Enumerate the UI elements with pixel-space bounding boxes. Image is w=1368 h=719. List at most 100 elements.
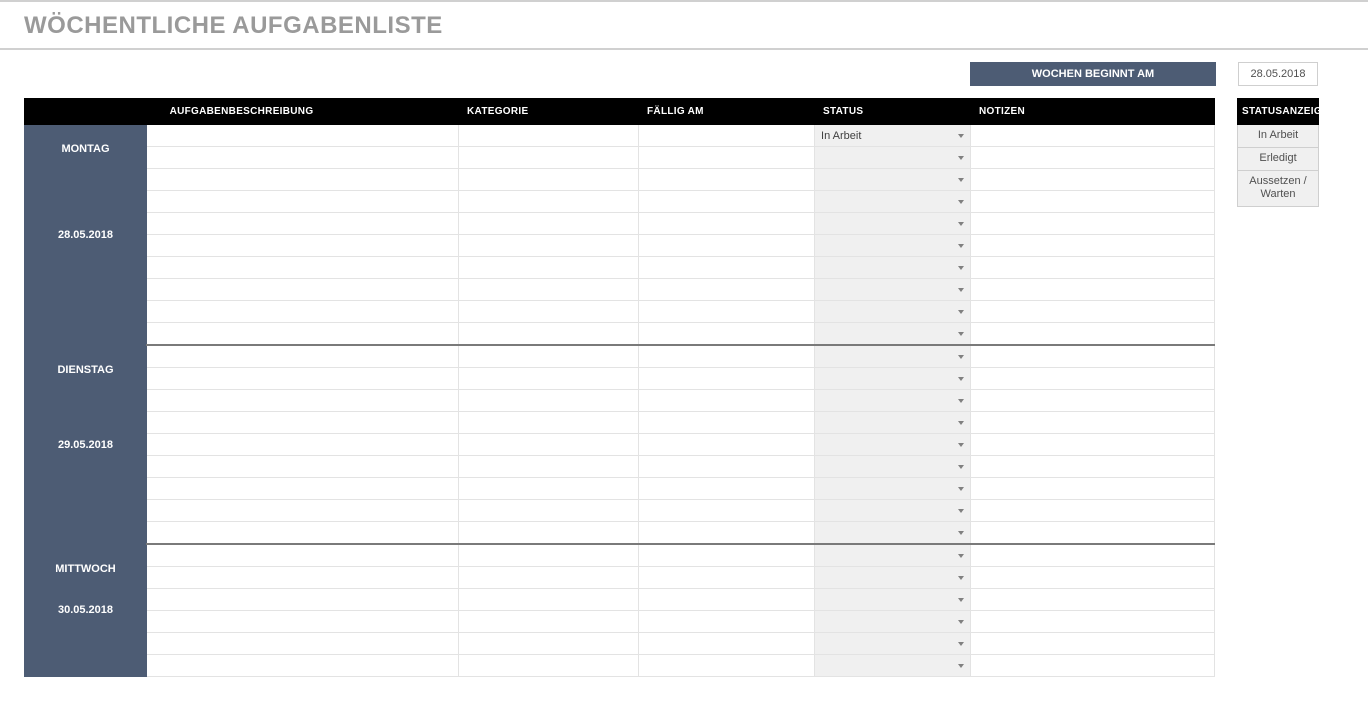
notes-cell[interactable] (971, 390, 1215, 412)
notes-cell[interactable] (971, 611, 1215, 633)
week-start-date-input[interactable]: 28.05.2018 (1238, 62, 1318, 86)
category-cell[interactable] (459, 279, 639, 301)
status-dropdown[interactable] (815, 478, 971, 500)
notes-cell[interactable] (971, 567, 1215, 589)
notes-cell[interactable] (971, 257, 1215, 279)
status-dropdown[interactable] (815, 412, 971, 434)
due-cell[interactable] (639, 301, 815, 323)
desc-cell[interactable] (147, 655, 459, 677)
status-dropdown[interactable]: In Arbeit (815, 125, 971, 147)
notes-cell[interactable] (971, 633, 1215, 655)
due-cell[interactable] (639, 655, 815, 677)
status-dropdown[interactable] (815, 279, 971, 301)
due-cell[interactable] (639, 412, 815, 434)
category-cell[interactable] (459, 257, 639, 279)
due-cell[interactable] (639, 633, 815, 655)
status-dropdown[interactable] (815, 301, 971, 323)
category-cell[interactable] (459, 191, 639, 213)
category-cell[interactable] (459, 368, 639, 390)
category-cell[interactable] (459, 345, 639, 368)
status-dropdown[interactable] (815, 500, 971, 522)
category-cell[interactable] (459, 522, 639, 545)
desc-cell[interactable] (147, 301, 459, 323)
category-cell[interactable] (459, 125, 639, 147)
desc-cell[interactable] (147, 567, 459, 589)
category-cell[interactable] (459, 323, 639, 346)
desc-cell[interactable] (147, 412, 459, 434)
status-dropdown[interactable] (815, 323, 971, 346)
notes-cell[interactable] (971, 345, 1215, 368)
notes-cell[interactable] (971, 301, 1215, 323)
due-cell[interactable] (639, 589, 815, 611)
notes-cell[interactable] (971, 125, 1215, 147)
status-dropdown[interactable] (815, 257, 971, 279)
category-cell[interactable] (459, 213, 639, 235)
notes-cell[interactable] (971, 323, 1215, 346)
category-cell[interactable] (459, 544, 639, 567)
due-cell[interactable] (639, 478, 815, 500)
category-cell[interactable] (459, 301, 639, 323)
status-dropdown[interactable] (815, 235, 971, 257)
due-cell[interactable] (639, 390, 815, 412)
desc-cell[interactable] (147, 434, 459, 456)
due-cell[interactable] (639, 213, 815, 235)
due-cell[interactable] (639, 323, 815, 346)
notes-cell[interactable] (971, 412, 1215, 434)
notes-cell[interactable] (971, 478, 1215, 500)
notes-cell[interactable] (971, 434, 1215, 456)
notes-cell[interactable] (971, 235, 1215, 257)
due-cell[interactable] (639, 500, 815, 522)
category-cell[interactable] (459, 611, 639, 633)
status-dropdown[interactable] (815, 368, 971, 390)
status-dropdown[interactable] (815, 633, 971, 655)
status-dropdown[interactable] (815, 544, 971, 567)
due-cell[interactable] (639, 368, 815, 390)
due-cell[interactable] (639, 456, 815, 478)
due-cell[interactable] (639, 434, 815, 456)
status-dropdown[interactable] (815, 522, 971, 545)
status-dropdown[interactable] (815, 567, 971, 589)
due-cell[interactable] (639, 147, 815, 169)
desc-cell[interactable] (147, 147, 459, 169)
notes-cell[interactable] (971, 279, 1215, 301)
desc-cell[interactable] (147, 522, 459, 545)
category-cell[interactable] (459, 456, 639, 478)
status-dropdown[interactable] (815, 589, 971, 611)
notes-cell[interactable] (971, 169, 1215, 191)
category-cell[interactable] (459, 478, 639, 500)
desc-cell[interactable] (147, 213, 459, 235)
desc-cell[interactable] (147, 500, 459, 522)
due-cell[interactable] (639, 567, 815, 589)
due-cell[interactable] (639, 125, 815, 147)
notes-cell[interactable] (971, 522, 1215, 545)
desc-cell[interactable] (147, 125, 459, 147)
category-cell[interactable] (459, 589, 639, 611)
status-dropdown[interactable] (815, 655, 971, 677)
due-cell[interactable] (639, 279, 815, 301)
notes-cell[interactable] (971, 191, 1215, 213)
desc-cell[interactable] (147, 633, 459, 655)
status-dropdown[interactable] (815, 191, 971, 213)
due-cell[interactable] (639, 169, 815, 191)
due-cell[interactable] (639, 544, 815, 567)
category-cell[interactable] (459, 390, 639, 412)
status-dropdown[interactable] (815, 169, 971, 191)
desc-cell[interactable] (147, 191, 459, 213)
desc-cell[interactable] (147, 169, 459, 191)
due-cell[interactable] (639, 345, 815, 368)
due-cell[interactable] (639, 257, 815, 279)
desc-cell[interactable] (147, 345, 459, 368)
status-dropdown[interactable] (815, 147, 971, 169)
notes-cell[interactable] (971, 500, 1215, 522)
due-cell[interactable] (639, 235, 815, 257)
desc-cell[interactable] (147, 235, 459, 257)
due-cell[interactable] (639, 191, 815, 213)
desc-cell[interactable] (147, 456, 459, 478)
status-dropdown[interactable] (815, 213, 971, 235)
status-dropdown[interactable] (815, 434, 971, 456)
category-cell[interactable] (459, 633, 639, 655)
status-dropdown[interactable] (815, 611, 971, 633)
desc-cell[interactable] (147, 544, 459, 567)
notes-cell[interactable] (971, 544, 1215, 567)
status-dropdown[interactable] (815, 456, 971, 478)
